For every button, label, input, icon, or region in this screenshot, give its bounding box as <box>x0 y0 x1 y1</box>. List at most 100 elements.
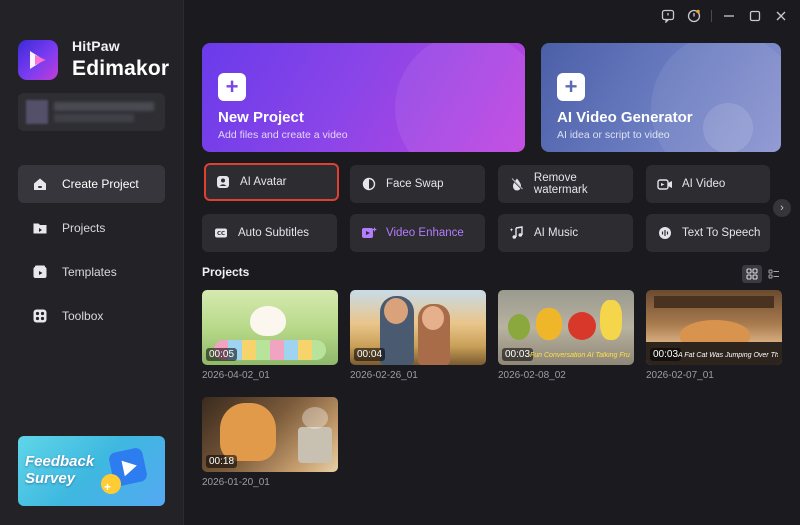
new-project-subtitle: Add files and create a video <box>218 129 348 141</box>
chevron-right-icon[interactable]: › <box>773 199 791 217</box>
project-name: 2026-01-20_01 <box>202 477 270 488</box>
remove-watermark-icon <box>509 176 525 192</box>
cat-chef-figure <box>220 403 276 461</box>
fruit-figure <box>536 308 562 340</box>
ai-video-icon <box>657 176 673 192</box>
window-controls <box>655 6 794 26</box>
duration-badge: 00:18 <box>206 455 238 468</box>
maximize-icon[interactable] <box>742 6 768 26</box>
home-icon <box>32 176 48 192</box>
play-icon <box>121 457 139 477</box>
sidebar-item-label: Projects <box>62 221 106 235</box>
account-info[interactable] <box>18 93 165 131</box>
tool-auto-subtitles[interactable]: CC Auto Subtitles <box>202 214 337 252</box>
card-decoration <box>703 103 753 152</box>
account-detail-blurred <box>54 114 134 122</box>
sidebar-item-create-project[interactable]: Create Project <box>18 165 165 203</box>
folder-icon <box>32 220 48 236</box>
tool-ai-music[interactable]: AI Music <box>498 214 633 252</box>
fruit-figure <box>508 314 530 340</box>
project-thumbnail[interactable]: 00:03 Fun Conversation AI Talking Fruit … <box>498 290 634 365</box>
tool-ai-avatar[interactable]: AI Avatar <box>204 163 339 201</box>
project-name: 2026-02-26_01 <box>350 370 418 381</box>
tool-remove-watermark[interactable]: Remove watermark <box>498 165 633 203</box>
feedback-icon[interactable] <box>655 6 681 26</box>
tool-label: Auto Subtitles <box>238 227 309 239</box>
sidebar-item-projects[interactable]: Projects <box>18 209 165 247</box>
fruit-figure <box>600 300 622 340</box>
bunny-figure <box>250 306 286 336</box>
toolbox-icon <box>32 308 48 324</box>
plus-icon: + <box>557 73 585 101</box>
svg-text:CC: CC <box>217 231 225 237</box>
pot <box>298 427 332 463</box>
sidebar-nav: Create Project Projects Templates Toolbo… <box>18 165 165 341</box>
project-thumbnail[interactable]: 00:04 <box>350 290 486 365</box>
project-thumbnail[interactable]: 00:03 A Fat Cat Was Jumping Over The Laz… <box>646 290 782 365</box>
project-thumbnail[interactable]: 00:18 <box>202 397 338 472</box>
music-icon <box>509 225 525 241</box>
duration-badge: 00:03 <box>650 348 682 361</box>
card-decoration <box>395 43 525 152</box>
face-swap-icon <box>361 176 377 192</box>
fruit-figure <box>568 312 596 340</box>
steam <box>302 407 328 429</box>
project-name: 2026-02-08_02 <box>498 370 566 381</box>
divider <box>711 10 712 22</box>
shelf <box>654 296 774 308</box>
tool-ai-video[interactable]: AI Video <box>646 165 770 203</box>
sidebar-item-templates[interactable]: Templates <box>18 253 165 291</box>
tool-label: AI Avatar <box>240 176 287 188</box>
speech-icon <box>657 225 673 241</box>
woman-face <box>422 306 444 330</box>
close-icon[interactable] <box>768 6 794 26</box>
tool-text-to-speech[interactable]: Text To Speech <box>646 214 770 252</box>
tool-label: Video Enhance <box>386 227 464 239</box>
duration-badge: 00:03 <box>502 348 534 361</box>
tool-label: AI Video <box>682 178 726 190</box>
account-name-blurred <box>54 102 154 111</box>
project-name: 2026-02-07_01 <box>646 370 714 381</box>
video-enhance-icon <box>361 225 377 241</box>
feedback-survey-text: Feedback Survey <box>25 453 95 487</box>
tool-face-swap[interactable]: Face Swap <box>350 165 485 203</box>
tool-video-enhance[interactable]: Video Enhance <box>350 214 485 252</box>
view-toggle <box>740 265 784 283</box>
project-thumbnail[interactable]: 00:05 <box>202 290 338 365</box>
feedback-survey-banner[interactable]: Feedback Survey + <box>18 436 165 506</box>
grid-view-icon[interactable] <box>742 265 762 283</box>
sidebar-item-label: Toolbox <box>62 309 104 323</box>
duration-badge: 00:04 <box>354 348 386 361</box>
avatar-icon <box>215 174 231 190</box>
subtitles-icon: CC <box>213 225 229 241</box>
thumbnail-caption: Fun Conversation AI Talking Fruit Videos <box>530 352 630 359</box>
ai-video-generator-title: AI Video Generator <box>557 109 693 126</box>
thumbnail-caption: A Fat Cat Was Jumping Over The Lazy Dog <box>678 352 778 359</box>
edimakor-logo-icon <box>18 39 58 80</box>
tool-label: AI Music <box>534 227 579 239</box>
plus-icon: + <box>104 480 112 494</box>
tool-label: Face Swap <box>386 178 444 190</box>
app-logo: HitPaw Edimakor <box>18 38 169 81</box>
brand-top-text: HitPaw <box>72 38 120 54</box>
sidebar-item-label: Create Project <box>62 177 139 191</box>
tool-label: Remove watermark <box>533 172 588 196</box>
brand-name: Edimakor <box>72 57 170 80</box>
list-view-icon[interactable] <box>764 265 784 283</box>
new-project-title: New Project <box>218 109 304 126</box>
projects-heading: Projects <box>202 265 250 279</box>
plus-icon: + <box>218 73 246 101</box>
update-icon[interactable] <box>681 6 707 26</box>
minimize-icon[interactable] <box>716 6 742 26</box>
ai-video-generator-subtitle: AI idea or script to video <box>557 129 670 141</box>
man-face <box>384 298 408 324</box>
tool-label: Text To Speech <box>682 227 761 239</box>
project-name: 2026-04-02_01 <box>202 370 270 381</box>
ai-video-generator-card[interactable]: + AI Video Generator AI idea or script t… <box>541 43 781 152</box>
avatar <box>26 100 48 124</box>
sidebar-item-label: Templates <box>62 265 117 279</box>
sidebar: HitPaw Edimakor Create Project Projects … <box>0 0 184 525</box>
templates-icon <box>32 264 48 280</box>
new-project-card[interactable]: + New Project Add files and create a vid… <box>202 43 525 152</box>
sidebar-item-toolbox[interactable]: Toolbox <box>18 297 165 335</box>
